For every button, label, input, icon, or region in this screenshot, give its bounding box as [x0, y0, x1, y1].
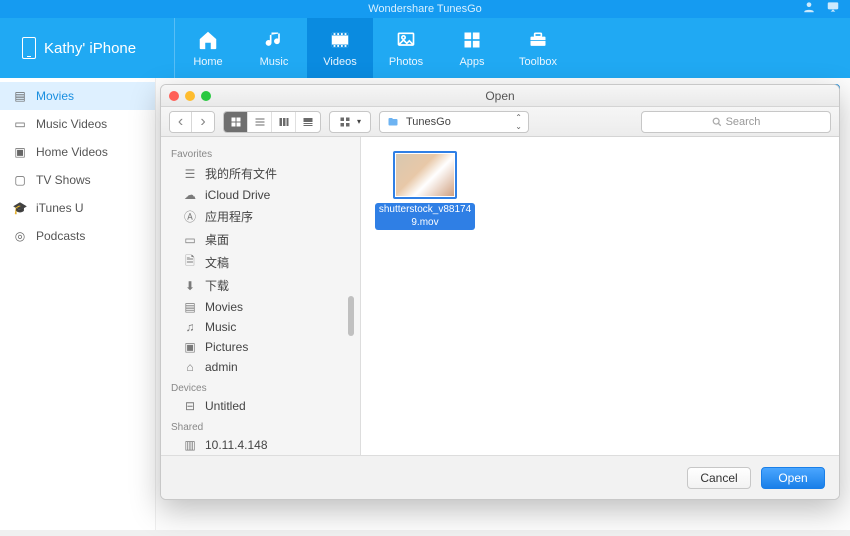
open-file-dialog: Open ‹ › ▾ TunesGo ⌃⌄ Search Favorites [160, 84, 840, 500]
tab-apps[interactable]: Apps [439, 18, 505, 78]
path-dropdown[interactable]: TunesGo ⌃⌄ [379, 111, 529, 133]
podcast-icon: ◎ [12, 230, 28, 242]
file-browser[interactable]: shutterstock_v881749.mov [361, 137, 839, 455]
sidebar-item-movies[interactable]: ▤ Movies [0, 82, 155, 110]
main-tabs: Kathy' iPhone Home Music Videos Photos A… [0, 18, 850, 78]
music-folder-icon: ♫ [183, 320, 197, 334]
fav-applications[interactable]: Ⓐ应用程序 [161, 205, 360, 228]
nav-buttons: ‹ › [169, 111, 215, 133]
arrange-dropdown[interactable]: ▾ [329, 111, 371, 133]
sidebar-item-itunes-u[interactable]: 🎓 iTunes U [0, 194, 155, 222]
tv-icon: ▢ [12, 174, 28, 186]
shared-ip[interactable]: ▥10.11.4.148 [161, 435, 360, 455]
home-icon [197, 28, 219, 52]
tab-toolbox[interactable]: Toolbox [505, 18, 571, 78]
music-icon [264, 28, 284, 52]
fav-pictures[interactable]: ▣Pictures [161, 337, 360, 357]
app-title: Wondershare TunesGo [368, 3, 482, 15]
film-icon: ▤ [12, 90, 28, 102]
view-mode-group [223, 111, 321, 133]
file-item[interactable]: shutterstock_v881749.mov [375, 151, 475, 230]
group-favorites: Favorites [161, 143, 360, 162]
fav-movies[interactable]: ▤Movies [161, 297, 360, 317]
sidebar: ▤ Movies ▭ Music Videos ▣ Home Videos ▢ … [0, 78, 156, 530]
group-devices: Devices [161, 377, 360, 396]
dialog-title: Open [485, 89, 514, 103]
toolbox-icon [527, 28, 549, 52]
home-folder-icon: ⌂ [183, 360, 197, 374]
group-shared: Shared [161, 416, 360, 435]
downloads-icon: ⬇ [183, 279, 197, 293]
tab-home[interactable]: Home [175, 18, 241, 78]
app-titlebar: Wondershare TunesGo [0, 0, 850, 18]
home-video-icon: ▣ [12, 146, 28, 158]
fav-downloads[interactable]: ⬇下载 [161, 274, 360, 297]
scrollbar[interactable] [348, 296, 354, 336]
device-selector[interactable]: Kathy' iPhone [0, 18, 175, 78]
file-name: shutterstock_v881749.mov [375, 203, 475, 230]
feedback-icon[interactable] [826, 0, 840, 14]
all-files-icon: ☰ [183, 167, 197, 181]
videos-icon [329, 28, 351, 52]
tab-music[interactable]: Music [241, 18, 307, 78]
sidebar-item-tv-shows[interactable]: ▢ TV Shows [0, 166, 155, 194]
sidebar-item-home-videos[interactable]: ▣ Home Videos [0, 138, 155, 166]
zoom-icon[interactable] [201, 91, 211, 101]
itunesu-icon: 🎓 [12, 202, 28, 214]
documents-icon: 🗎 [183, 256, 197, 270]
fav-documents[interactable]: 🗎文稿 [161, 251, 360, 274]
fav-icloud[interactable]: ☁iCloud Drive [161, 185, 360, 205]
dialog-sidebar[interactable]: Favorites ☰我的所有文件 ☁iCloud Drive Ⓐ应用程序 ▭桌… [161, 137, 361, 455]
disk-icon: ⊟ [183, 399, 197, 413]
user-icon[interactable] [802, 0, 816, 14]
dialog-search-input[interactable]: Search [641, 111, 831, 133]
list-view-button[interactable] [248, 112, 272, 132]
fav-all-my-files[interactable]: ☰我的所有文件 [161, 162, 360, 185]
fav-music[interactable]: ♫Music [161, 317, 360, 337]
open-button[interactable]: Open [761, 467, 825, 489]
apps-icon [462, 28, 482, 52]
fav-desktop[interactable]: ▭桌面 [161, 228, 360, 251]
close-icon[interactable] [169, 91, 179, 101]
sidebar-item-podcasts[interactable]: ◎ Podcasts [0, 222, 155, 250]
pictures-folder-icon: ▣ [183, 340, 197, 354]
server-icon: ▥ [183, 438, 197, 452]
path-label: TunesGo [406, 116, 451, 128]
device-untitled[interactable]: ⊟Untitled [161, 396, 360, 416]
device-name: Kathy' iPhone [44, 40, 136, 57]
desktop-icon: ▭ [183, 233, 197, 247]
tab-videos[interactable]: Videos [307, 18, 373, 78]
dialog-footer: Cancel Open [161, 455, 839, 499]
dialog-titlebar[interactable]: Open [161, 85, 839, 107]
forward-button[interactable]: › [192, 112, 214, 132]
music-video-icon: ▭ [12, 118, 28, 130]
icon-view-button[interactable] [224, 112, 248, 132]
coverflow-view-button[interactable] [296, 112, 320, 132]
applications-icon: Ⓐ [183, 210, 197, 224]
dialog-toolbar: ‹ › ▾ TunesGo ⌃⌄ Search [161, 107, 839, 137]
cloud-icon: ☁ [183, 188, 197, 202]
photos-icon [395, 28, 417, 52]
file-thumbnail [393, 151, 457, 199]
cancel-button[interactable]: Cancel [687, 467, 751, 489]
column-view-button[interactable] [272, 112, 296, 132]
tab-photos[interactable]: Photos [373, 18, 439, 78]
fav-admin[interactable]: ⌂admin [161, 357, 360, 377]
phone-icon [22, 37, 36, 59]
back-button[interactable]: ‹ [170, 112, 192, 132]
movies-folder-icon: ▤ [183, 300, 197, 314]
minimize-icon[interactable] [185, 91, 195, 101]
sidebar-item-music-videos[interactable]: ▭ Music Videos [0, 110, 155, 138]
